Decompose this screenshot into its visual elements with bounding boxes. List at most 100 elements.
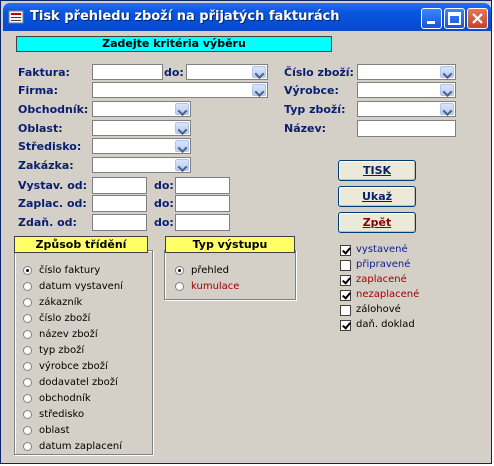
radio-button-icon[interactable]: [23, 442, 32, 451]
vystav-do-label: do:: [154, 179, 174, 192]
zdan-from-input[interactable]: [92, 214, 147, 231]
chevron-down-icon[interactable]: [175, 122, 189, 134]
output-frame: [164, 250, 296, 300]
radio-button-icon[interactable]: [23, 378, 32, 387]
tisk-button[interactable]: TISK: [338, 160, 416, 181]
zaplac-do-label: do:: [154, 197, 174, 210]
obchodnik-label: Obchodník:: [18, 103, 89, 116]
cislo-zbozi-label: Číslo zboží:: [284, 66, 354, 79]
zakazka-label: Zakázka:: [18, 159, 74, 172]
radio-button-icon[interactable]: [23, 298, 32, 307]
close-button[interactable]: [467, 8, 488, 29]
sort-option-label: číslo faktury: [39, 265, 101, 276]
ukaz-button-label: Ukaž: [361, 190, 393, 203]
chevron-down-icon[interactable]: [440, 66, 454, 78]
checkbox-checked-icon[interactable]: [340, 275, 351, 286]
sort-option-label: typ zboží: [39, 345, 85, 356]
zaplac-label: Zaplac. od:: [18, 197, 87, 210]
radio-button-icon[interactable]: [23, 346, 32, 355]
radio-button-icon[interactable]: [23, 426, 32, 435]
zakazka-combo[interactable]: [92, 157, 191, 173]
radio-button-icon[interactable]: [175, 266, 184, 275]
checkbox-checked-icon[interactable]: [340, 245, 351, 256]
cislo-zbozi-combo[interactable]: [357, 64, 456, 80]
criteria-header: Zadejte kritéria výběru: [16, 36, 332, 52]
tisk-button-label: TISK: [362, 164, 392, 177]
checkbox-unchecked-icon[interactable]: [340, 305, 351, 316]
chevron-down-icon[interactable]: [440, 84, 454, 96]
vystav-to-input[interactable]: [175, 177, 230, 194]
filter-label: nezaplacené: [356, 289, 420, 300]
filter-label: vystavené: [356, 244, 408, 255]
radio-button-icon[interactable]: [23, 410, 32, 419]
sort-option-label: zákazník: [39, 297, 83, 308]
radio-button-icon[interactable]: [23, 394, 32, 403]
sort-option-label: obchodník: [39, 393, 91, 404]
maximize-button[interactable]: [444, 8, 465, 29]
output-option-label: přehled: [191, 265, 230, 276]
sort-option-label: číslo zboží: [39, 313, 91, 324]
obchodnik-combo[interactable]: [92, 101, 191, 117]
output-header: Typ výstupu: [165, 236, 295, 253]
sort-option-label: oblast: [39, 425, 70, 436]
minimize-icon: [427, 21, 435, 24]
title-bar[interactable]: Tisk přehledu zboží na přijatých fakturá…: [3, 3, 491, 31]
sort-option-label: dodavatel zboží: [39, 377, 118, 388]
chevron-down-icon[interactable]: [440, 103, 454, 115]
sort-option-label: datum zaplacení: [39, 441, 123, 452]
chevron-down-icon[interactable]: [175, 140, 189, 152]
radio-button-icon[interactable]: [23, 314, 32, 323]
zdan-do-label: do:: [154, 216, 174, 229]
filter-label: zálohové: [356, 304, 401, 315]
form-body: Zadejte kritéria výběru Faktura: do: Fir…: [5, 31, 489, 461]
radio-button-icon[interactable]: [23, 330, 32, 339]
minimize-button[interactable]: [421, 8, 442, 29]
filter-label: daň. doklad: [356, 319, 415, 330]
sort-option-label: výrobce zboží: [39, 361, 108, 372]
window-title: Tisk přehledu zboží na přijatých fakturá…: [30, 9, 340, 24]
nazev-input[interactable]: [357, 120, 456, 137]
output-option-label: kumulace: [191, 281, 240, 292]
checkbox-unchecked-icon[interactable]: [340, 260, 351, 271]
vyrobce-combo[interactable]: [357, 82, 456, 98]
radio-button-icon[interactable]: [175, 282, 184, 291]
faktura-label: Faktura:: [18, 66, 70, 79]
oblast-label: Oblast:: [18, 122, 63, 135]
stredisko-label: Středisko:: [18, 140, 82, 153]
typ-zbozi-combo[interactable]: [357, 101, 456, 117]
checkbox-checked-icon[interactable]: [340, 290, 351, 301]
close-icon: [472, 13, 483, 24]
app-icon: [8, 10, 24, 24]
radio-button-icon[interactable]: [23, 282, 32, 291]
zaplac-from-input[interactable]: [92, 195, 147, 212]
chevron-down-icon[interactable]: [252, 66, 266, 78]
firma-combo[interactable]: [92, 82, 268, 98]
zaplac-to-input[interactable]: [175, 195, 230, 212]
vystav-label: Vystav. od:: [18, 179, 88, 192]
oblast-combo[interactable]: [92, 120, 191, 136]
ukaz-button[interactable]: Ukaž: [338, 186, 416, 207]
faktura-do-label: do:: [164, 66, 184, 79]
vystav-from-input[interactable]: [92, 177, 147, 194]
chevron-down-icon[interactable]: [175, 159, 189, 171]
maximize-icon: [448, 12, 461, 25]
radio-button-icon[interactable]: [23, 266, 32, 275]
filter-label: připravené: [356, 259, 411, 270]
sort-option-label: název zboží: [39, 329, 98, 340]
zdan-to-input[interactable]: [175, 214, 230, 231]
typ-zbozi-label: Typ zboží:: [284, 103, 346, 116]
stredisko-combo[interactable]: [92, 138, 191, 154]
sort-option-label: datum vystavení: [39, 281, 123, 292]
sort-header: Způsob třídění: [14, 236, 148, 253]
chevron-down-icon[interactable]: [252, 84, 266, 96]
chevron-down-icon[interactable]: [175, 103, 189, 115]
nazev-label: Název:: [284, 122, 327, 135]
firma-label: Firma:: [18, 84, 58, 97]
sort-option-label: středisko: [39, 409, 85, 420]
faktura-from-input[interactable]: [92, 64, 163, 80]
radio-button-icon[interactable]: [23, 362, 32, 371]
zpet-button[interactable]: Zpět: [338, 212, 416, 233]
filter-label: zaplacené: [356, 274, 407, 285]
faktura-to-combo[interactable]: [186, 64, 268, 80]
checkbox-checked-icon[interactable]: [340, 320, 351, 331]
